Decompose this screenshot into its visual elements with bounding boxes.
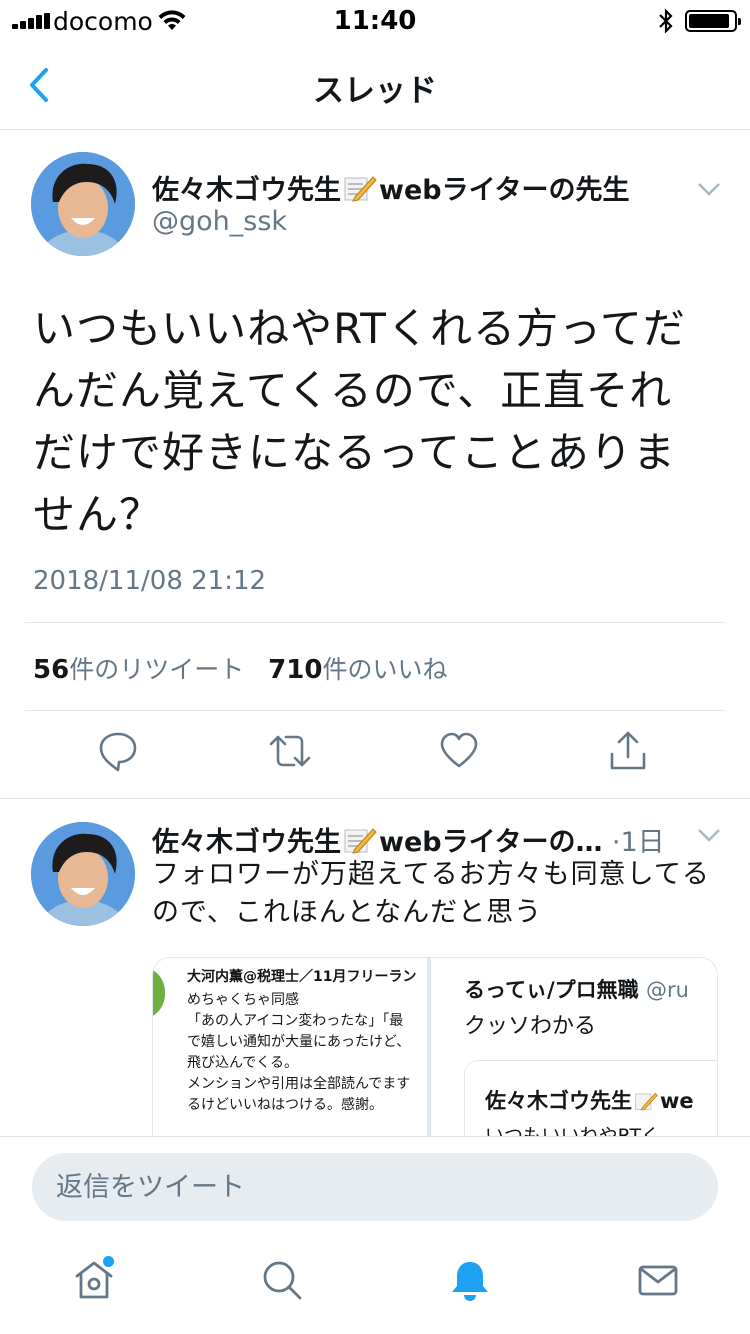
author-name-suffix: webライターの先生 xyxy=(379,175,630,206)
retweets-stat[interactable]: 56件のリツイート xyxy=(33,650,244,686)
wifi-icon xyxy=(158,10,186,30)
reply-author-avatar[interactable] xyxy=(31,822,135,926)
media-right-author-name: るってぃ/プロ無職 xyxy=(464,978,639,1002)
retweets-count: 56 xyxy=(33,655,70,685)
like-heart-icon[interactable] xyxy=(439,730,479,772)
memo-pencil-emoji-icon xyxy=(344,176,377,202)
tweet-timestamp: 2018/11/08 21:12 xyxy=(33,566,267,596)
memo-pencil-emoji-icon xyxy=(635,1092,658,1111)
battery-icon xyxy=(685,10,741,32)
media-right-quoted-tweet: 佐々木ゴウ先生 we いつもいいねやRTく xyxy=(464,1060,717,1137)
reply-composer xyxy=(0,1136,750,1236)
tweet-stats: 56件のリツイート 710件のいいね xyxy=(33,650,463,686)
reply-media-attachment[interactable]: 大河内薫@税理士／11月フリーラン めちゃくちゃ同感 「あの人アイコン変わったな… xyxy=(152,957,718,1137)
bluetooth-icon xyxy=(659,8,673,34)
signal-strength-icon xyxy=(12,13,50,29)
share-icon[interactable] xyxy=(608,730,648,772)
notifications-icon[interactable] xyxy=(448,1258,492,1302)
media-right-author: るってぃ/プロ無職 @ru xyxy=(464,974,689,1004)
media-avatar-fragment xyxy=(153,966,165,1020)
chevron-down-icon[interactable] xyxy=(697,828,721,842)
reply-input[interactable] xyxy=(32,1153,718,1221)
author-handle[interactable]: @goh_ssk xyxy=(152,206,287,237)
retweet-icon[interactable] xyxy=(268,730,312,772)
navigation-header: スレッド xyxy=(0,40,750,130)
reply-tweet-body: フォロワーが万超えてるお方々も同意してるので、これほんとなんだと思う xyxy=(152,859,710,928)
back-arrow-icon[interactable] xyxy=(22,64,58,106)
reply-author-name-text: 佐々木ゴウ先生 xyxy=(152,827,341,858)
likes-label: 件のいいね xyxy=(322,655,448,684)
carrier-name: docomo xyxy=(53,7,153,36)
author-name-text: 佐々木ゴウ先生 xyxy=(152,175,341,206)
memo-pencil-emoji-icon xyxy=(344,828,377,854)
divider xyxy=(25,622,725,623)
retweets-label: 件のリツイート xyxy=(69,655,245,684)
media-left-author: 大河内薫@税理士／11月フリーラン xyxy=(187,969,417,985)
reply-author-name[interactable]: 佐々木ゴウ先生 webライターの… ·1日 xyxy=(152,820,665,859)
divider xyxy=(0,798,750,799)
tab-bar xyxy=(0,1236,750,1334)
media-image-left[interactable]: 大河内薫@税理士／11月フリーラン めちゃくちゃ同感 「あの人アイコン変わったな… xyxy=(153,958,431,1136)
likes-count: 710 xyxy=(268,655,323,685)
home-notification-dot xyxy=(103,1256,114,1267)
quoted-author: 佐々木ゴウ先生 we xyxy=(485,1085,694,1115)
quoted-text: いつもいいねやRTく xyxy=(485,1125,661,1137)
quoted-author-name: 佐々木ゴウ先生 xyxy=(485,1089,632,1113)
author-avatar[interactable] xyxy=(31,152,135,256)
messages-icon[interactable] xyxy=(636,1258,680,1302)
media-right-author-handle: @ru xyxy=(645,978,689,1002)
tweet-body: いつもいいねやRTくれる方ってだんだん覚えてくるので、正直それだけで好きになるっ… xyxy=(33,304,686,539)
divider xyxy=(25,710,725,711)
reply-author-name-suffix: webライターの… xyxy=(379,827,603,858)
search-icon[interactable] xyxy=(260,1258,304,1302)
author-name[interactable]: 佐々木ゴウ先生 webライターの先生 xyxy=(152,168,630,207)
likes-stat[interactable]: 710件のいいね xyxy=(268,650,447,686)
status-bar: docomo 11:40 xyxy=(0,0,750,40)
media-left-text: めちゃくちゃ同感 「あの人アイコン変わったな」「最 で嬉しい通知が大量にあったけ… xyxy=(187,992,411,1113)
media-image-right[interactable]: るってぃ/プロ無職 @ru クッソわかる 佐々木ゴウ先生 we いつもいいねやR… xyxy=(436,958,717,1137)
quoted-author-suffix: we xyxy=(660,1089,694,1113)
media-right-text: クッソわかる xyxy=(464,1014,597,1039)
chevron-down-icon[interactable] xyxy=(697,182,721,196)
reply-icon[interactable] xyxy=(98,730,138,772)
page-title: スレッド xyxy=(313,73,437,109)
tweet-actions xyxy=(0,730,750,780)
reply-time-ago: ·1日 xyxy=(611,827,665,858)
